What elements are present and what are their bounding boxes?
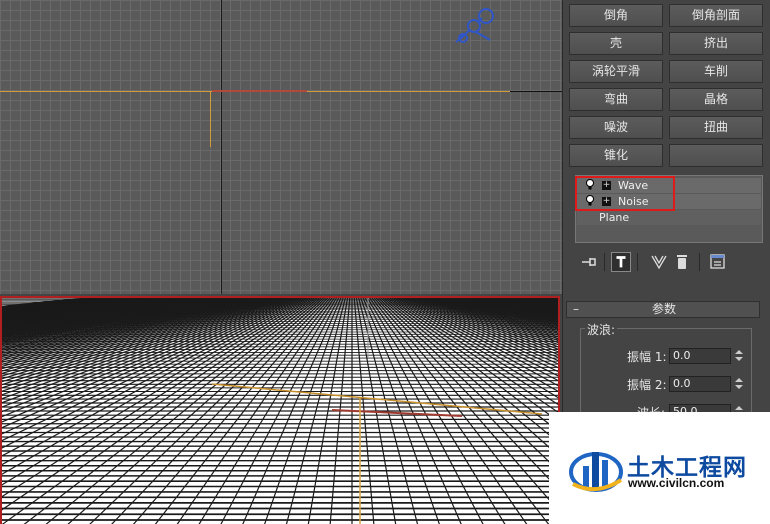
lightbulb-icon[interactable] xyxy=(585,195,595,207)
modifier-button-twist[interactable]: 扭曲 xyxy=(669,116,763,139)
toolbar-divider xyxy=(637,253,638,271)
civilcn-logo-icon xyxy=(569,452,623,492)
modifier-button-extrude[interactable]: 挤出 xyxy=(669,32,763,55)
modifier-stack-list: + Wave + Noise Plane xyxy=(575,175,763,243)
amplitude-1-field[interactable]: 0.0 xyxy=(669,348,731,364)
viewport-axis-vertical xyxy=(221,0,222,294)
modifier-button-bevel[interactable]: 倒角 xyxy=(569,4,663,27)
modifier-button-lattice[interactable]: 晶格 xyxy=(669,88,763,111)
amplitude-1-label: 振幅 1: xyxy=(627,350,667,364)
lightbulb-icon[interactable] xyxy=(585,179,595,191)
expand-plus-icon[interactable]: + xyxy=(602,181,611,190)
modifier-button-lathe[interactable]: 车削 xyxy=(669,60,763,83)
modifier-button-bend[interactable]: 弯曲 xyxy=(569,88,663,111)
modifier-button-bevel-profile[interactable]: 倒角剖面 xyxy=(669,4,763,27)
make-unique-icon[interactable] xyxy=(649,252,669,272)
amplitude-2-label: 振幅 2: xyxy=(627,378,667,392)
wave-group-title: 波浪: xyxy=(585,321,618,338)
modifier-stack-toolbar xyxy=(577,250,763,274)
configure-modifier-sets-icon[interactable] xyxy=(708,252,728,272)
plane-object-edge-vertical xyxy=(210,91,211,147)
light-object-icon[interactable] xyxy=(452,6,502,48)
show-end-result-icon[interactable] xyxy=(611,252,631,272)
modifier-button-taper[interactable]: 锥化 xyxy=(569,144,663,167)
modifier-button-noise[interactable]: 噪波 xyxy=(569,116,663,139)
modifier-button-shell[interactable]: 壳 xyxy=(569,32,663,55)
amplitude-2-spinner[interactable] xyxy=(734,376,744,392)
modifier-button-empty[interactable] xyxy=(669,144,763,167)
stack-item-wave[interactable]: + Wave xyxy=(577,178,761,193)
rollout-title: 参数 xyxy=(651,302,676,316)
stack-item-label: Wave xyxy=(618,179,649,192)
modifier-gizmo xyxy=(212,90,307,92)
pin-stack-icon[interactable] xyxy=(579,252,599,272)
amplitude-2-field[interactable]: 0.0 xyxy=(669,376,731,392)
top-viewport[interactable] xyxy=(0,0,562,294)
amplitude-1-spinner[interactable] xyxy=(734,348,744,364)
stack-item-label: Plane xyxy=(599,211,630,224)
stack-item-noise[interactable]: + Noise xyxy=(577,194,761,209)
modifier-button-turbosmooth[interactable]: 涡轮平滑 xyxy=(569,60,663,83)
expand-plus-icon[interactable]: + xyxy=(602,197,611,206)
viewport-axis-horizontal-tail xyxy=(510,91,562,92)
perspective-viewport[interactable] xyxy=(0,296,560,524)
toolbar-divider xyxy=(604,253,605,271)
stack-item-label: Noise xyxy=(618,195,649,208)
remove-modifier-icon[interactable] xyxy=(672,252,692,272)
watermark: 土木工程网 www.civilcn.com xyxy=(549,412,770,524)
parameters-rollout-header[interactable]: – 参数 xyxy=(566,301,760,318)
toolbar-divider xyxy=(699,253,700,271)
stack-item-plane[interactable]: Plane xyxy=(577,210,761,225)
watermark-url: www.civilcn.com xyxy=(628,476,725,490)
perspective-grid xyxy=(2,298,558,524)
